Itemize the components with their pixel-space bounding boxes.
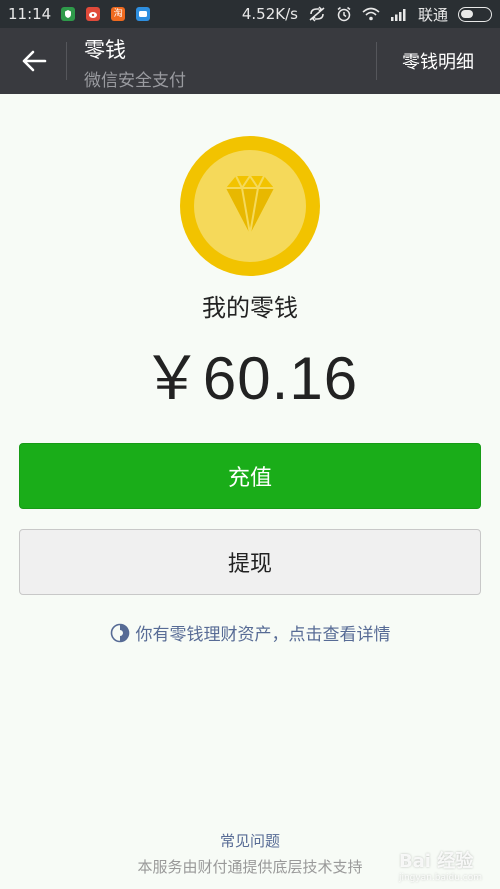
balance-label: 我的零钱 bbox=[202, 294, 298, 322]
data-sync-icon bbox=[309, 6, 325, 22]
diamond-icon bbox=[226, 175, 274, 235]
signal-icon bbox=[390, 9, 406, 21]
title-bar: 零钱 微信安全支付 零钱明细 bbox=[0, 28, 500, 94]
alarm-icon bbox=[337, 6, 351, 22]
wifi-icon bbox=[362, 7, 380, 21]
status-right: 4.52K/s 联通 bbox=[242, 4, 492, 25]
net-speed: 4.52K/s bbox=[241, 5, 298, 23]
security-app-icon bbox=[61, 7, 76, 21]
back-arrow-icon bbox=[22, 50, 47, 72]
status-bar: 11:14 淘 4.52K/s 联通 bbox=[0, 0, 500, 28]
back-button[interactable] bbox=[14, 44, 54, 78]
wealth-assets-link[interactable]: 你有零钱理财资产，点击查看详情 bbox=[0, 620, 500, 645]
faq-link[interactable]: 常见问题 bbox=[0, 830, 500, 851]
taobao-app-icon: 淘 bbox=[111, 7, 126, 21]
battery-icon bbox=[458, 6, 492, 22]
page-title: 零钱 bbox=[84, 38, 126, 62]
service-notice: 本服务由财付通提供底层技术支持 bbox=[137, 858, 363, 876]
withdraw-button[interactable]: 提现 bbox=[19, 529, 481, 595]
coin-icon bbox=[180, 136, 320, 276]
weibo-app-icon bbox=[86, 7, 101, 21]
change-detail-button[interactable]: 零钱明细 bbox=[376, 28, 500, 94]
message-app-icon bbox=[136, 7, 151, 21]
page-subtitle: 微信安全支付 bbox=[84, 71, 186, 91]
title-divider bbox=[66, 42, 67, 80]
recharge-button[interactable]: 充值 bbox=[19, 443, 481, 509]
status-time: 11:14 bbox=[8, 5, 52, 23]
wealth-link-text: 你有零钱理财资产，点击查看详情 bbox=[135, 625, 391, 645]
balance-amount: ￥60.16 bbox=[141, 345, 359, 412]
wealth-icon bbox=[110, 623, 129, 642]
carrier-name: 联通 bbox=[417, 5, 448, 24]
